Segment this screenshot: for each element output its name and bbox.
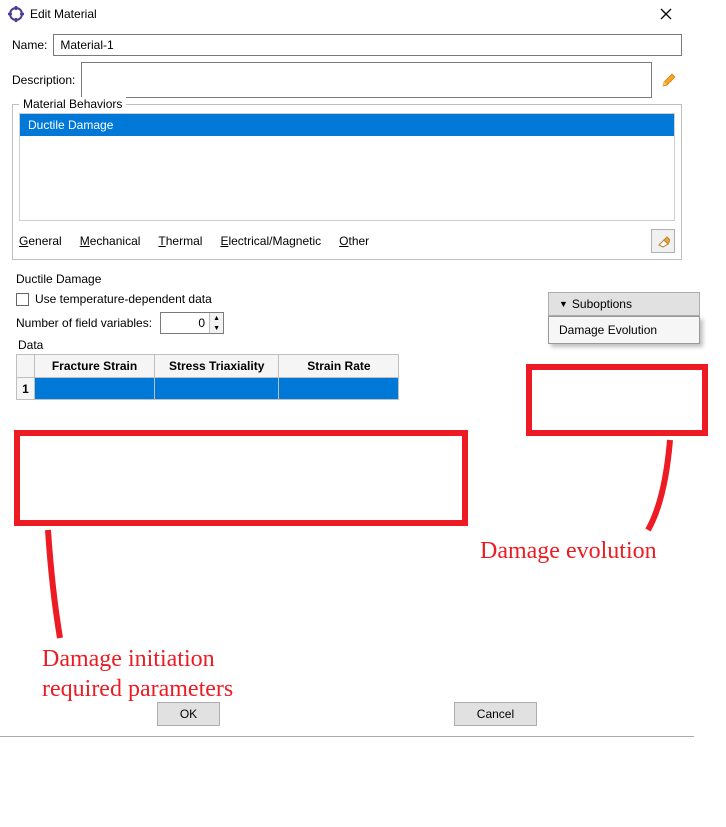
name-row: Name:	[12, 34, 682, 56]
dialog-window: Edit Material Name: Description: Materia…	[0, 0, 694, 737]
fieldvars-input[interactable]	[161, 313, 209, 333]
delete-behavior-button[interactable]	[651, 229, 675, 253]
ductile-heading: Ductile Damage	[16, 272, 682, 286]
material-behaviors-legend: Material Behaviors	[19, 97, 126, 111]
menu-item-damage-evolution[interactable]: Damage Evolution	[549, 317, 699, 343]
data-table: Fracture Strain Stress Triaxiality Strai…	[16, 354, 399, 400]
rowheader-blank	[17, 355, 35, 378]
cell-strain-rate[interactable]	[279, 378, 399, 400]
cell-stress-triaxiality[interactable]	[155, 378, 279, 400]
description-row: Description:	[12, 62, 682, 98]
menu-electrical[interactable]: Electrical/Magnetic	[220, 234, 321, 248]
titlebar: Edit Material	[0, 0, 694, 28]
suboptions-button[interactable]: ▼ Suboptions	[548, 292, 700, 316]
menu-other[interactable]: Other	[339, 234, 369, 248]
dialog-buttons: OK Cancel	[0, 692, 694, 736]
ductile-section: Ductile Damage Use temperature-dependent…	[12, 272, 682, 680]
edit-description-button[interactable]	[656, 67, 682, 93]
temp-checkbox[interactable]	[16, 293, 29, 306]
fieldvars-spinner[interactable]: ▲ ▼	[160, 312, 224, 334]
suboptions-label: Suboptions	[572, 297, 632, 311]
close-button[interactable]	[646, 2, 686, 26]
cancel-button[interactable]: Cancel	[454, 702, 537, 726]
behavior-item-ductile-damage[interactable]: Ductile Damage	[20, 114, 674, 136]
row-number: 1	[17, 378, 35, 400]
behavior-menubar: General Mechanical Thermal Electrical/Ma…	[19, 229, 675, 253]
menu-mechanical[interactable]: Mechanical	[80, 234, 141, 248]
ok-button[interactable]: OK	[157, 702, 220, 726]
data-grid-section: Data Fracture Strain Stress Triaxiality …	[16, 338, 678, 400]
menu-general[interactable]: General	[19, 234, 62, 248]
app-icon	[8, 6, 24, 22]
triangle-down-icon: ▼	[559, 299, 568, 309]
material-behaviors-list[interactable]: Ductile Damage	[19, 113, 675, 221]
dialog-content: Name: Description: Material Behaviors Du…	[0, 28, 694, 692]
suboptions-area: ▼ Suboptions Damage Evolution	[548, 292, 700, 344]
fieldvars-down[interactable]: ▼	[210, 323, 223, 333]
name-input[interactable]	[53, 34, 682, 56]
eraser-icon	[656, 234, 670, 248]
menu-thermal[interactable]: Thermal	[158, 234, 202, 248]
fieldvars-label: Number of field variables:	[16, 316, 152, 330]
pencil-icon	[660, 71, 678, 89]
fieldvars-up[interactable]: ▲	[210, 313, 223, 323]
col-fracture-strain[interactable]: Fracture Strain	[35, 355, 155, 378]
dialog-title: Edit Material	[30, 7, 646, 21]
description-label: Description:	[12, 73, 75, 87]
cell-fracture-strain[interactable]	[35, 378, 155, 400]
table-row: 1	[17, 378, 399, 400]
material-behaviors-group: Material Behaviors Ductile Damage Genera…	[12, 104, 682, 260]
col-stress-triaxiality[interactable]: Stress Triaxiality	[155, 355, 279, 378]
temp-checkbox-label: Use temperature-dependent data	[35, 292, 212, 306]
description-input[interactable]	[81, 62, 652, 98]
col-strain-rate[interactable]: Strain Rate	[279, 355, 399, 378]
suboptions-menu: Damage Evolution	[548, 316, 700, 344]
name-label: Name:	[12, 38, 47, 52]
